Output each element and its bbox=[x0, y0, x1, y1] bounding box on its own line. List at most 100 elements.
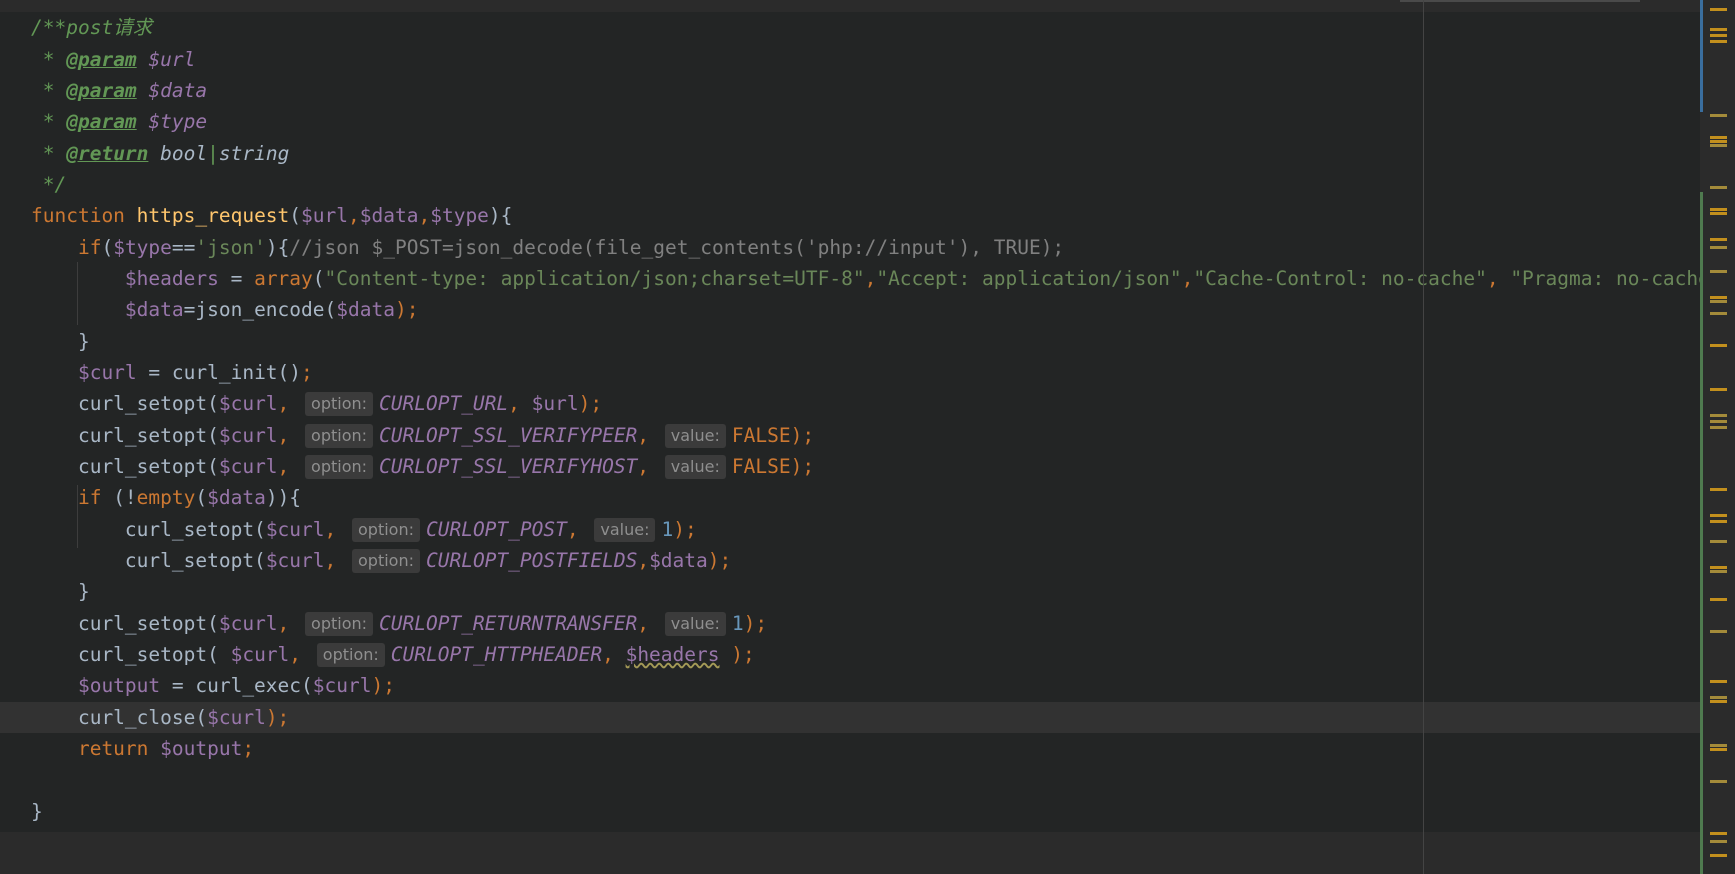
const-returntransfer: CURLOPT_RETURNTRANSFER bbox=[379, 612, 638, 635]
code-line-14[interactable]: curl_setopt($curl, option: CURLOPT_SSL_VE… bbox=[0, 420, 1700, 451]
code-line-23-current[interactable]: curl_close($curl); bbox=[0, 702, 1700, 734]
empty-keyword: empty bbox=[136, 486, 196, 509]
comma: , bbox=[289, 643, 313, 666]
code-line-15[interactable]: curl_setopt($curl, option: CURLOPT_SSL_VE… bbox=[0, 451, 1700, 482]
var-curl: $curl bbox=[218, 424, 278, 447]
warning-stripe-mark[interactable] bbox=[1710, 344, 1727, 347]
warning-stripe-mark[interactable] bbox=[1710, 598, 1727, 601]
warning-stripe-mark[interactable] bbox=[1710, 34, 1727, 37]
warning-stripe-mark[interactable] bbox=[1710, 300, 1727, 303]
code-line-19[interactable]: } bbox=[0, 576, 1700, 607]
semicolon: ); bbox=[790, 424, 815, 447]
var-headers-warning[interactable]: $headers bbox=[626, 643, 720, 666]
param-type: $type bbox=[430, 204, 489, 227]
editor-empty-area[interactable] bbox=[0, 832, 1700, 874]
code-line-5[interactable]: * @return bool|string bbox=[0, 138, 1700, 169]
semicolon: ); bbox=[790, 455, 815, 478]
code-editor[interactable]: /**post请求 * @param $url * @param $data *… bbox=[0, 0, 1700, 874]
code-line-17[interactable]: curl_setopt($curl, option: CURLOPT_POST, … bbox=[0, 514, 1700, 545]
warning-stripe-mark[interactable] bbox=[1710, 140, 1727, 143]
warning-stripe-mark[interactable] bbox=[1710, 854, 1727, 857]
paren: ( bbox=[195, 486, 208, 509]
warning-stripe-mark[interactable] bbox=[1710, 246, 1727, 249]
horizontal-scroll-indicator[interactable] bbox=[1400, 0, 1640, 2]
warning-stripe-mark[interactable] bbox=[1710, 748, 1727, 751]
code-line-26[interactable]: } bbox=[0, 796, 1700, 827]
var-data: $data bbox=[649, 549, 708, 572]
option-parameter-hint: option: bbox=[352, 549, 420, 573]
warning-stripe-mark[interactable] bbox=[1710, 414, 1727, 417]
not-operator: (! bbox=[113, 486, 137, 509]
code-line-18[interactable]: curl_setopt($curl, option: CURLOPT_POSTFI… bbox=[0, 545, 1700, 576]
warning-stripe-mark[interactable] bbox=[1710, 520, 1727, 523]
warning-stripe-mark[interactable] bbox=[1710, 238, 1727, 241]
warning-stripe-mark[interactable] bbox=[1710, 208, 1727, 211]
warning-stripe-mark[interactable] bbox=[1710, 426, 1727, 429]
warning-stripe-mark[interactable] bbox=[1710, 186, 1727, 189]
comma: , bbox=[324, 549, 348, 572]
code-line-21[interactable]: curl_setopt( $curl, option: CURLOPT_HTTPH… bbox=[0, 639, 1700, 670]
warning-stripe-mark[interactable] bbox=[1710, 570, 1727, 573]
warning-stripe-mark[interactable] bbox=[1710, 270, 1727, 273]
code-line-7[interactable]: function https_request($url,$data,$type)… bbox=[0, 200, 1700, 231]
code-line-9[interactable]: $headers = array("Content-type: applicat… bbox=[0, 263, 1700, 294]
warning-stripe-mark[interactable] bbox=[1710, 388, 1727, 391]
return-keyword: return bbox=[31, 737, 161, 760]
warning-stripe-mark[interactable] bbox=[1710, 488, 1727, 491]
code-line-3[interactable]: * @param $data bbox=[0, 75, 1700, 106]
paren: ( bbox=[101, 236, 114, 259]
code-line-8[interactable]: if($type=='json'){//json $_POST=json_dec… bbox=[0, 232, 1700, 263]
code-line-6[interactable]: */ bbox=[0, 169, 1700, 200]
code-line-12[interactable]: $curl = curl_init(); bbox=[0, 357, 1700, 388]
code-line-11[interactable]: } bbox=[0, 326, 1700, 357]
code-line-4[interactable]: * @param $type bbox=[0, 106, 1700, 137]
warning-stripe-mark[interactable] bbox=[1710, 40, 1727, 43]
brace-close: } bbox=[31, 580, 90, 603]
warning-stripe-mark[interactable] bbox=[1710, 144, 1727, 147]
comma: , bbox=[602, 643, 626, 666]
param-url: $url bbox=[301, 204, 349, 227]
doc-param-tag: @param bbox=[66, 79, 137, 102]
if-keyword: if bbox=[31, 486, 114, 509]
brace-open: )){ bbox=[265, 486, 302, 509]
warning-stripe-mark[interactable] bbox=[1710, 8, 1727, 11]
option-parameter-hint: option: bbox=[316, 643, 385, 667]
code-line-1[interactable]: /**post请求 bbox=[0, 12, 1700, 43]
var-curl: $curl bbox=[218, 455, 278, 478]
code-line-2[interactable]: * @param $url bbox=[0, 44, 1700, 75]
curl-setopt-call: curl_setopt( bbox=[31, 424, 219, 447]
warning-stripe-mark[interactable] bbox=[1710, 840, 1727, 843]
warning-stripe-mark[interactable] bbox=[1710, 514, 1727, 517]
warning-stripe-mark[interactable] bbox=[1710, 312, 1727, 315]
string-json: 'json' bbox=[195, 236, 266, 259]
code-line-20[interactable]: curl_setopt($curl, option: CURLOPT_RETURN… bbox=[0, 608, 1700, 639]
warning-stripe-mark[interactable] bbox=[1710, 296, 1727, 299]
warning-stripe-mark[interactable] bbox=[1710, 680, 1727, 683]
warning-stripe-mark[interactable] bbox=[1710, 832, 1727, 835]
warning-stripe-mark[interactable] bbox=[1710, 28, 1727, 31]
warning-stripe-mark[interactable] bbox=[1710, 630, 1727, 633]
warning-stripe-mark[interactable] bbox=[1710, 780, 1727, 783]
code-line-13[interactable]: curl_setopt($curl, option: CURLOPT_URL, $… bbox=[0, 388, 1700, 419]
code-line-24[interactable]: return $output; bbox=[0, 733, 1700, 764]
warning-stripe-mark[interactable] bbox=[1710, 566, 1727, 569]
doc-return-tag: @return bbox=[66, 142, 149, 165]
warning-stripe-mark[interactable] bbox=[1710, 700, 1727, 703]
comma: , bbox=[277, 455, 302, 478]
warning-stripe-mark[interactable] bbox=[1710, 696, 1727, 699]
warning-stripe-mark[interactable] bbox=[1710, 212, 1727, 215]
comma: , bbox=[637, 424, 661, 447]
warning-stripe-mark[interactable] bbox=[1710, 540, 1727, 543]
warning-stripe-mark[interactable] bbox=[1710, 420, 1727, 423]
warning-stripe-mark[interactable] bbox=[1710, 744, 1727, 747]
error-stripe[interactable] bbox=[1700, 0, 1735, 874]
code-line-22[interactable]: $output = curl_exec($curl); bbox=[0, 670, 1700, 701]
code-line-25[interactable] bbox=[0, 764, 1700, 795]
curl-close-call: curl_close( bbox=[31, 706, 208, 729]
code-line-16[interactable]: if (!empty($data)){ bbox=[0, 482, 1700, 513]
warning-stripe-mark[interactable] bbox=[1710, 136, 1727, 139]
code-line-10[interactable]: $data=json_encode($data); bbox=[0, 294, 1700, 325]
number-one: 1 bbox=[731, 612, 744, 635]
brace-open: ){ bbox=[265, 236, 290, 259]
warning-stripe-mark[interactable] bbox=[1710, 114, 1727, 117]
